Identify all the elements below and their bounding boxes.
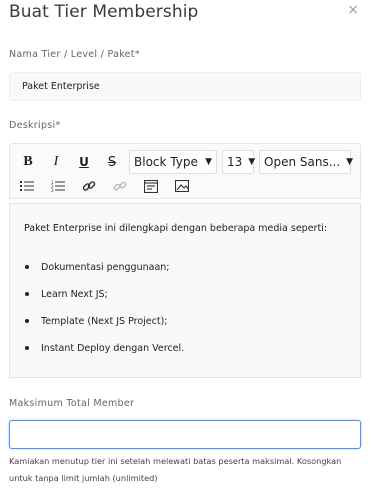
- font-size-value: 13: [227, 155, 243, 169]
- unlink-icon[interactable]: [110, 178, 130, 194]
- ordered-list-icon[interactable]: 123: [48, 178, 68, 194]
- font-size-select[interactable]: 13 ▼: [222, 150, 256, 174]
- max-member-help-text: Kamiakan menutup tier ini setelah melewa…: [9, 456, 342, 483]
- strikethrough-button[interactable]: S: [101, 152, 123, 172]
- name-label: Nama Tier / Level / Paket*: [9, 49, 140, 60]
- chevron-down-icon: ▼: [248, 157, 256, 167]
- svg-text:3: 3: [51, 188, 54, 192]
- chevron-down-icon: ▼: [205, 157, 212, 167]
- chevron-down-icon: ▼: [346, 157, 354, 167]
- list-item: Learn Next JS;: [24, 289, 184, 316]
- block-type-value: Block Type: [134, 155, 198, 169]
- link-icon[interactable]: [79, 178, 99, 194]
- italic-button[interactable]: I: [45, 152, 67, 172]
- font-family-select[interactable]: Open Sans... ▼: [259, 150, 354, 174]
- modal-title: Buat Tier Membership: [9, 2, 199, 22]
- description-editor[interactable]: Paket Enterprise ini dilengkapi dengan b…: [9, 203, 361, 378]
- list-item: Dokumentasi penggunaan;: [24, 262, 184, 289]
- list-item: Instant Deploy dengan Vercel.: [24, 343, 184, 370]
- bold-button[interactable]: B: [17, 152, 39, 172]
- unordered-list-icon[interactable]: [17, 178, 37, 194]
- underline-button[interactable]: U: [73, 152, 95, 172]
- editor-toolbar: B I U S Block Type ▼ 13 ▼ Open Sans... ▼…: [9, 143, 361, 199]
- editor-bullet-list: Dokumentasi penggunaan; Learn Next JS; T…: [24, 262, 184, 370]
- tier-name-field[interactable]: Paket Enterprise: [9, 72, 361, 101]
- embed-icon[interactable]: [141, 178, 161, 194]
- editor-paragraph: Paket Enterprise ini dilengkapi dengan b…: [24, 223, 328, 234]
- max-member-label: Maksimum Total Member: [9, 398, 135, 409]
- block-type-select[interactable]: Block Type ▼: [129, 150, 217, 174]
- max-member-input[interactable]: [9, 420, 361, 449]
- description-label: Deskripsi*: [9, 120, 61, 131]
- image-icon[interactable]: [172, 178, 192, 194]
- list-item: Template (Next JS Project);: [24, 316, 184, 343]
- font-family-value: Open Sans...: [264, 155, 341, 169]
- close-icon[interactable]: ×: [347, 3, 359, 17]
